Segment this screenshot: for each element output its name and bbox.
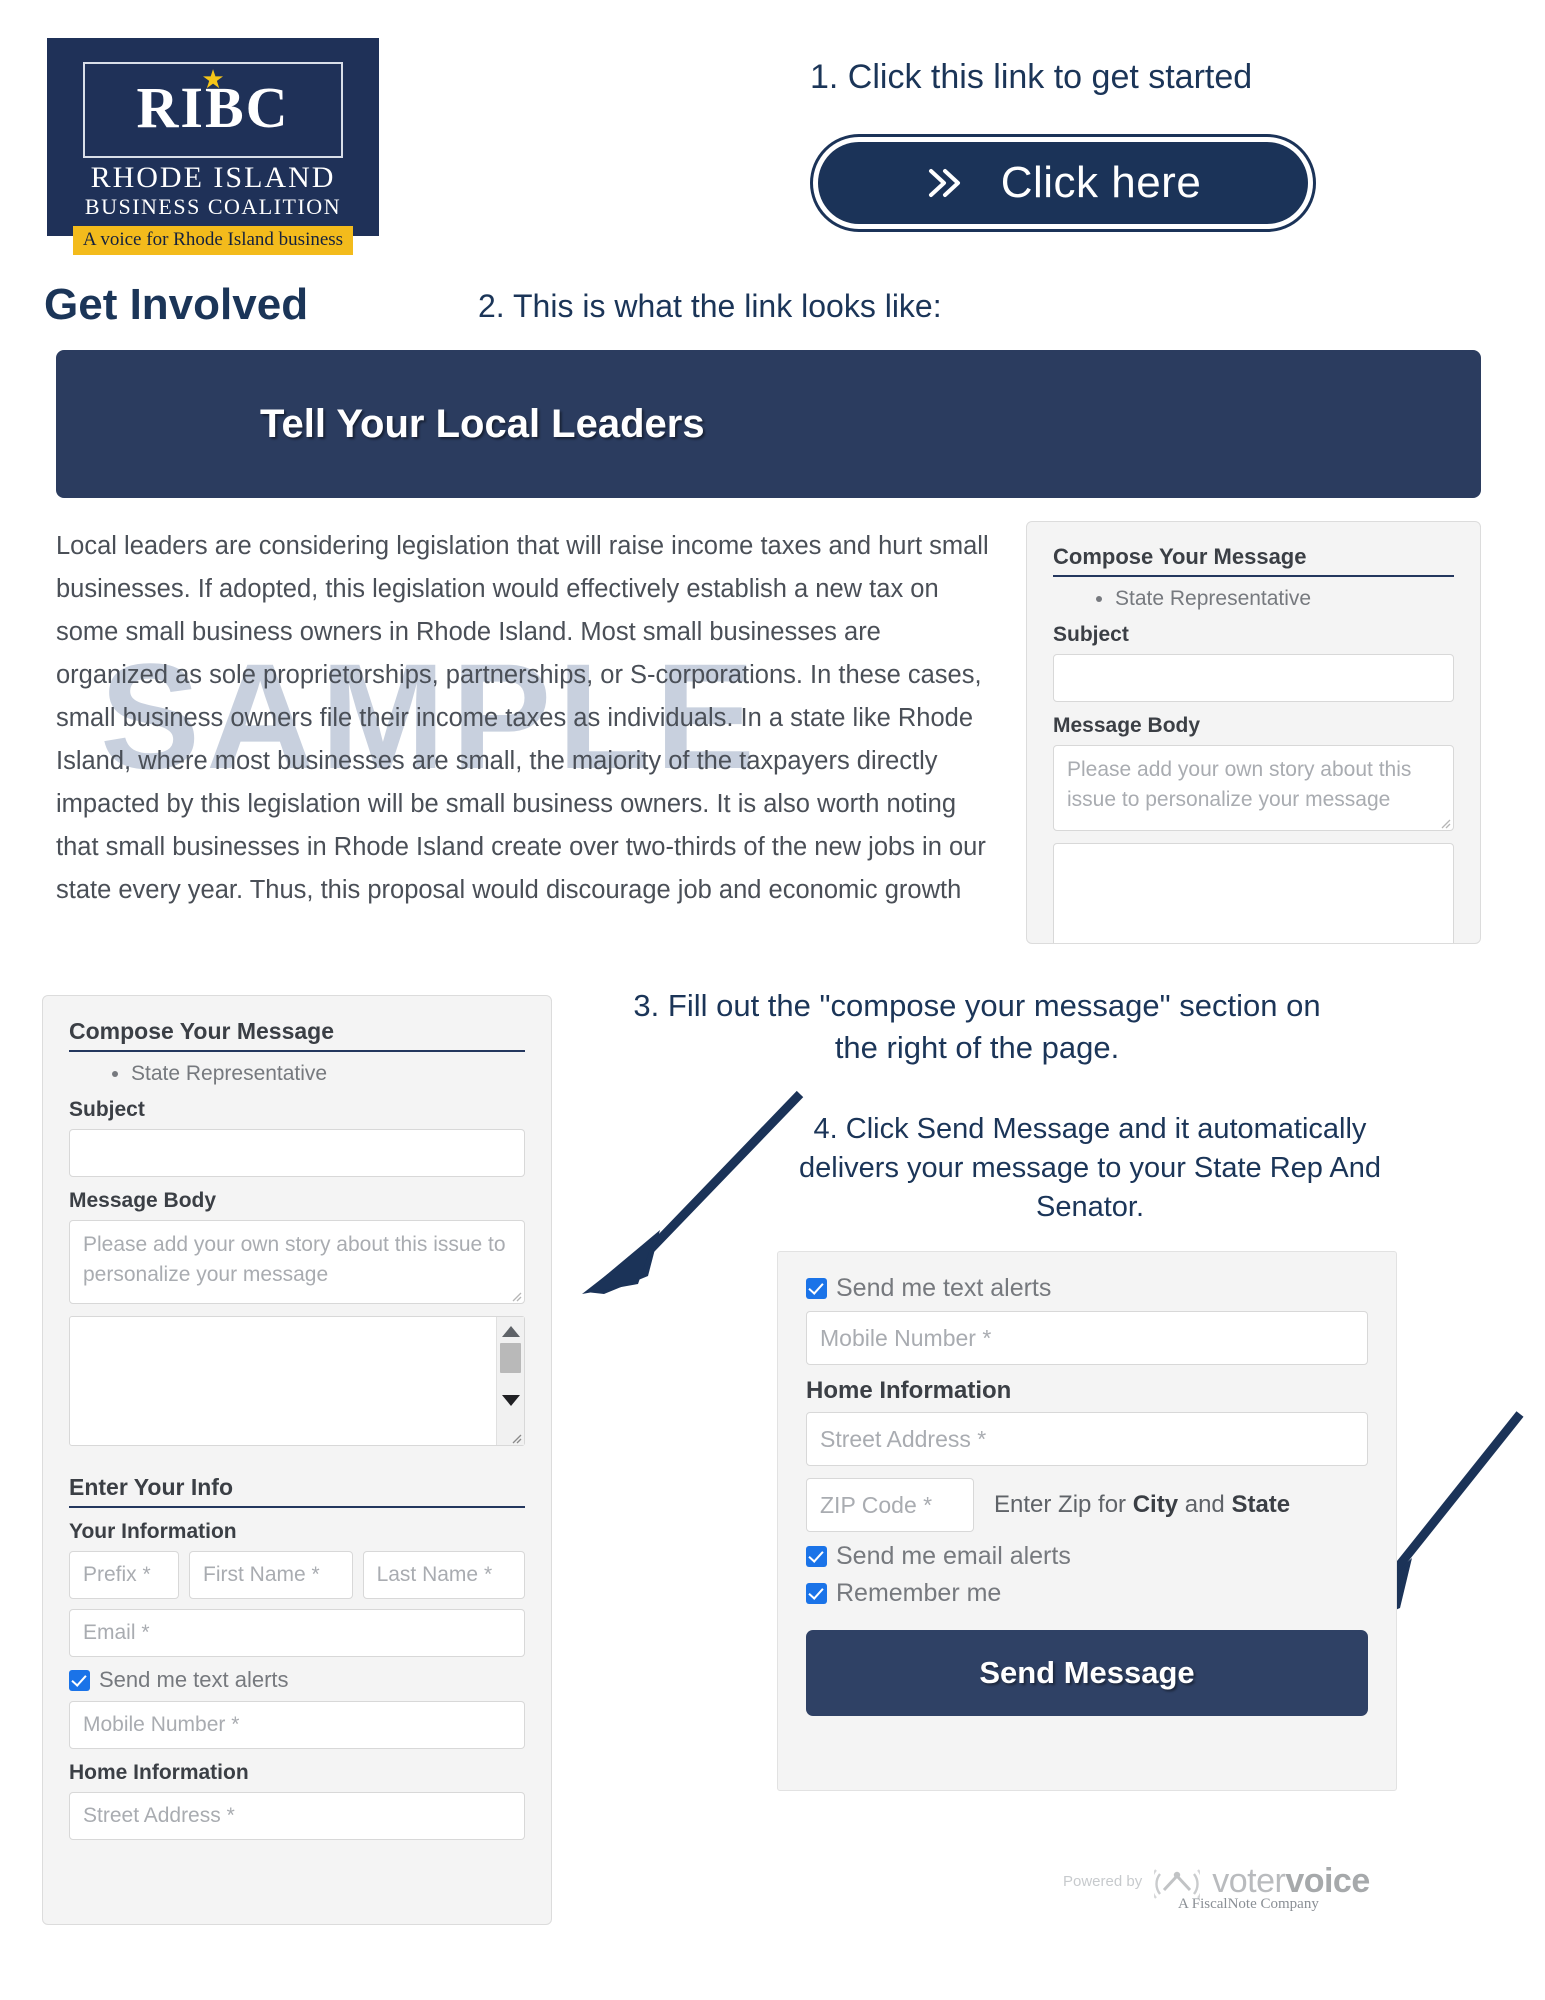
resize-handle-icon[interactable] [508, 1288, 522, 1302]
zip-hint-and: and [1178, 1491, 1232, 1518]
checkbox-checked-icon[interactable] [69, 1669, 90, 1691]
remember-me-label: Remember me [836, 1579, 1002, 1607]
message-body-label: Message Body [1053, 714, 1201, 737]
compose-message-panel-full: Compose Your Message State Representativ… [42, 995, 552, 1925]
zip-code-input[interactable]: ZIP Code * [806, 1478, 974, 1532]
step-3-instruction: 3. Fill out the "compose your message" s… [633, 988, 1321, 1065]
logo-tagline: A voice for Rhode Island business [73, 226, 353, 255]
zip-hint-city: City [1132, 1491, 1179, 1518]
step-2-instruction: 2. This is what the link looks like: [478, 288, 942, 324]
compose-title: Compose Your Message [1053, 544, 1454, 577]
subject-label: Subject [1053, 623, 1129, 646]
text-alerts-checkbox-row[interactable]: Send me text alerts [806, 1274, 1368, 1303]
extra-message-textarea[interactable] [1053, 843, 1454, 943]
checkbox-checked-icon[interactable] [806, 1583, 827, 1604]
logo-line-1: RHODE ISLAND [90, 161, 336, 194]
resize-handle-icon[interactable] [508, 1430, 522, 1444]
email-alerts-checkbox-row[interactable]: Send me email alerts [806, 1542, 1368, 1571]
text-alerts-label: Send me text alerts [836, 1274, 1052, 1302]
resize-handle-icon[interactable] [1437, 815, 1451, 829]
street-address-input[interactable]: Street Address * [806, 1412, 1368, 1466]
message-body-placeholder: Please add your own story about this iss… [1067, 758, 1412, 811]
subject-label: Subject [69, 1098, 145, 1121]
subject-input[interactable] [69, 1129, 525, 1177]
extra-message-scroll-textarea[interactable] [69, 1316, 525, 1446]
text-alerts-label: Send me text alerts [99, 1667, 289, 1692]
remember-me-checkbox-row[interactable]: Remember me [806, 1579, 1368, 1608]
brand-voter: voter [1212, 1862, 1286, 1900]
prefix-input[interactable]: Prefix * [69, 1551, 179, 1599]
recipient-list: State Representative [1075, 587, 1454, 611]
name-field-row: Prefix * First Name * Last Name * [69, 1551, 525, 1599]
checkbox-checked-icon[interactable] [806, 1278, 827, 1299]
votervoice-logo-icon [1154, 1868, 1201, 1899]
zip-hint-state: State [1231, 1491, 1291, 1518]
home-information-label: Home Information [806, 1377, 1012, 1404]
message-body-textarea[interactable]: Please add your own story about this iss… [1053, 745, 1454, 831]
page-title: Get Involved [44, 280, 309, 329]
street-address-input[interactable]: Street Address * [69, 1792, 525, 1840]
powered-by-label: Powered by [1063, 1873, 1143, 1890]
recipient-list: State Representative [91, 1062, 525, 1086]
banner-title: Tell Your Local Leaders [260, 401, 705, 446]
zip-row: ZIP Code * Enter Zip for City and State [806, 1478, 1368, 1532]
step-4-instruction: 4. Click Send Message and it automatical… [799, 1113, 1381, 1223]
scrollbar-thumb[interactable] [500, 1343, 521, 1373]
text-alerts-checkbox-row[interactable]: Send me text alerts [69, 1667, 525, 1693]
last-name-input[interactable]: Last Name * [362, 1551, 525, 1599]
scroll-up-arrow-icon[interactable] [501, 1326, 520, 1337]
email-alerts-label: Send me email alerts [836, 1542, 1071, 1570]
home-information-label: Home Information [69, 1761, 249, 1784]
checkbox-checked-icon[interactable] [806, 1546, 827, 1567]
recipient-item: State Representative [131, 1062, 525, 1086]
star-icon: ★ [201, 64, 225, 94]
scroll-down-arrow-icon[interactable] [501, 1395, 520, 1406]
subject-input[interactable] [1053, 654, 1454, 702]
vertical-scrollbar[interactable] [496, 1317, 524, 1445]
poster-page: ★ RIBC RHODE ISLAND BUSINESS COALITION A… [0, 0, 1545, 2000]
campaign-banner: Tell Your Local Leaders [56, 350, 1481, 498]
fiscalnote-company-label: A FiscalNote Company [1178, 1896, 1319, 1912]
ribc-logo: ★ RIBC RHODE ISLAND BUSINESS COALITION A… [47, 38, 379, 255]
click-here-button[interactable]: Click here [818, 142, 1308, 224]
compose-message-panel-preview: Compose Your Message State Representativ… [1026, 521, 1481, 944]
message-body-textarea[interactable]: Please add your own story about this iss… [69, 1220, 525, 1304]
mobile-number-input[interactable]: Mobile Number * [69, 1701, 525, 1749]
send-message-button[interactable]: Send Message [806, 1630, 1368, 1716]
enter-info-title: Enter Your Info [69, 1474, 525, 1508]
logo-line-2: BUSINESS COALITION [84, 194, 342, 219]
message-body-placeholder: Please add your own story about this iss… [83, 1233, 506, 1286]
mobile-number-input[interactable]: Mobile Number * [806, 1311, 1368, 1365]
email-input[interactable]: Email * [69, 1609, 525, 1657]
article-body: Local leaders are considering legislatio… [56, 532, 989, 904]
compose-title: Compose Your Message [69, 1018, 525, 1052]
click-here-label: Click here [1000, 158, 1202, 207]
your-information-label: Your Information [69, 1520, 237, 1543]
message-body-label: Message Body [69, 1189, 217, 1212]
brand-voice: voice [1285, 1862, 1370, 1900]
zip-hint: Enter Zip for City and State [994, 1491, 1290, 1519]
logo-frame: ★ RIBC [83, 62, 343, 158]
recipient-item: State Representative [1115, 587, 1454, 611]
zip-hint-prefix: Enter Zip for [994, 1491, 1133, 1518]
step-1-instruction: 1. Click this link to get started [810, 58, 1253, 96]
double-chevron-right-icon [928, 169, 960, 197]
first-name-input[interactable]: First Name * [189, 1551, 353, 1599]
submit-form-panel: Send me text alerts Mobile Number * Home… [777, 1251, 1397, 1791]
